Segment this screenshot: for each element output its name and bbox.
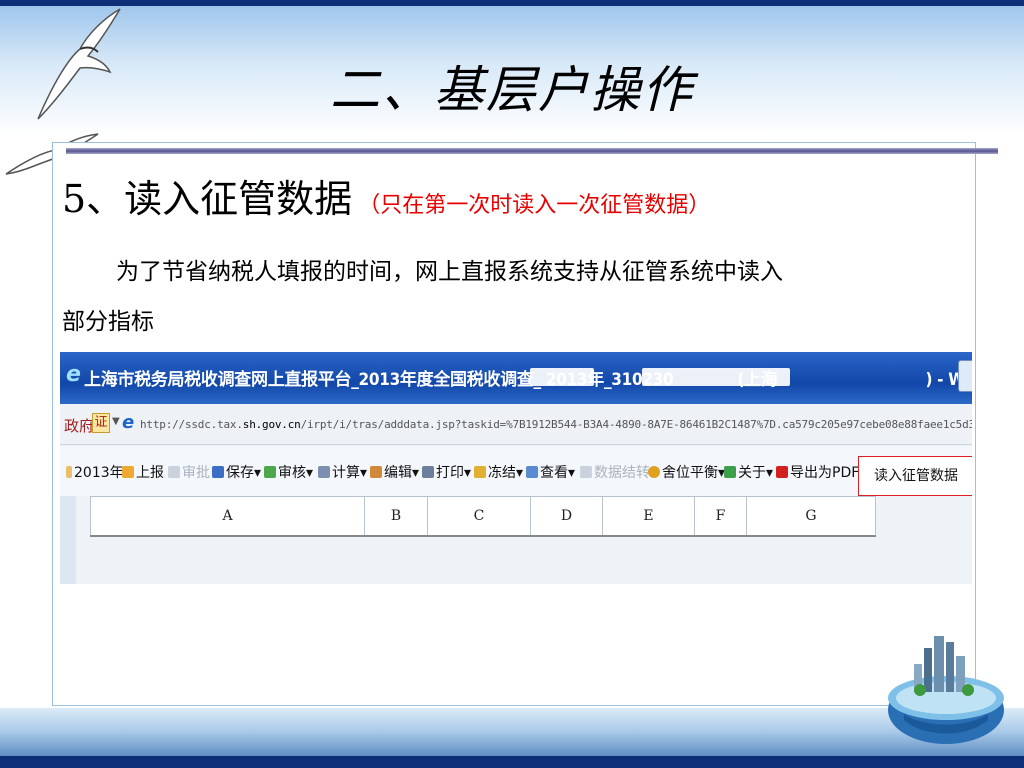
page-icon: e (122, 412, 135, 433)
ie-logo-icon: e (66, 362, 81, 387)
balance-icon (648, 466, 660, 478)
footer-navy-bar (0, 756, 1024, 768)
title-rule (66, 148, 998, 154)
about-label: 关于▾ (738, 465, 774, 481)
url-part: http://ssdc.tax. (140, 418, 243, 431)
column-header[interactable]: F (694, 497, 746, 535)
report-label: 上报 (136, 465, 164, 481)
section-heading: 5、读入征管数据 （只在第一次时读入一次征管数据） (62, 168, 710, 223)
pdf-icon (776, 466, 788, 478)
approve-label: 审批 (182, 465, 210, 481)
save-button[interactable]: 保存▾ (212, 462, 261, 482)
sheet-header: A B C D E F G (90, 496, 876, 537)
puzzle-icon (724, 466, 736, 478)
paragraph-line-2: 部分指标 (62, 309, 154, 335)
slide-title: 二、基层户操作 (330, 61, 694, 119)
printer-icon (422, 466, 434, 478)
edit-button[interactable]: 编辑▾ (370, 462, 419, 482)
upload-icon (122, 466, 134, 478)
balance-button[interactable]: 舍位平衡▾ (648, 462, 725, 482)
app-toolbar: 2013年 上报 审批 保存▾ 审核▾ 计算▾ 编辑▾ 打印▾ 冻结▾ 查看▾ … (60, 446, 972, 496)
section-heading-text: 5、读入征管数据 (62, 177, 353, 221)
freeze-button[interactable]: 冻结▾ (474, 462, 523, 482)
paragraph-line-1: 为了节省纳税人填报的时间，网上直报系统支持从征管系统中读入 (116, 259, 783, 285)
read-tax-data-button[interactable]: 读入征管数据 (858, 456, 972, 496)
column-header[interactable]: E (602, 497, 694, 535)
balance-label: 舍位平衡▾ (662, 465, 726, 481)
audit-button[interactable]: 审核▾ (264, 462, 313, 482)
about-button[interactable]: 关于▾ (724, 462, 773, 482)
redaction-mask (642, 368, 790, 386)
transfer-icon (580, 466, 592, 478)
data-transfer-label: 数据结转 (594, 465, 650, 481)
approve-button[interactable]: 审批 (168, 462, 210, 482)
view-label: 查看▾ (540, 465, 576, 481)
column-header[interactable]: G (746, 497, 876, 535)
edit-label: 编辑▾ (384, 465, 420, 481)
url-field[interactable]: http://ssdc.tax.sh.gov.cn/irpt/i/tras/ad… (140, 418, 972, 431)
approve-icon (168, 466, 180, 478)
calculator-icon (318, 466, 330, 478)
browser-window-title: 上海市税务局税收调查网上直报平台_2013年度全国税收调查_ 2013年_310… (84, 365, 972, 390)
print-button[interactable]: 打印▾ (422, 462, 471, 482)
year-selector[interactable]: 2013年 (66, 462, 124, 482)
address-bar: 政府 证 ▼ e http://ssdc.tax.sh.gov.cn/irpt/… (60, 404, 972, 445)
chevron-down-icon[interactable]: ▼ (112, 416, 120, 427)
lock-icon (474, 466, 486, 478)
calc-button[interactable]: 计算▾ (318, 462, 367, 482)
report-button[interactable]: 上报 (122, 462, 164, 482)
pencil-icon (370, 466, 382, 478)
browser-title-bar: e 上海市税务局税收调查网上直报平台_2013年度全国税收调查_ 2013年_3… (60, 352, 972, 404)
column-header[interactable]: A (90, 497, 364, 535)
calc-label: 计算▾ (332, 465, 368, 481)
year-label: 2013年 (74, 465, 124, 481)
column-header[interactable]: C (427, 497, 530, 535)
url-part: /irpt/i/tras/adddata.jsp?taskid=%7B1912B… (300, 418, 972, 431)
section-note: （只在第一次时读入一次征管数据） (358, 193, 711, 218)
save-label: 保存▾ (226, 465, 262, 481)
export-pdf-button[interactable]: 导出为PDF (776, 462, 859, 482)
audit-label: 审核▾ (278, 465, 314, 481)
calendar-icon (66, 466, 72, 478)
city-globe-icon (888, 636, 1004, 744)
column-header[interactable]: D (530, 497, 602, 535)
certificate-icon[interactable]: 证 (92, 413, 110, 433)
data-transfer-button[interactable]: 数据结转 (580, 462, 650, 482)
column-header[interactable]: B (364, 497, 427, 535)
url-domain: sh.gov.cn (242, 418, 301, 431)
export-pdf-label: 导出为PDF (790, 465, 860, 481)
redaction-mask (530, 368, 594, 386)
gov-label: 政府 (64, 417, 95, 435)
check-icon (264, 466, 276, 478)
view-button[interactable]: 查看▾ (526, 462, 575, 482)
row-gutter (60, 496, 76, 584)
print-label: 打印▾ (436, 465, 472, 481)
magnifier-icon (526, 466, 538, 478)
minimize-button[interactable] (958, 360, 972, 392)
floppy-icon (212, 466, 224, 478)
browser-screenshot: e 上海市税务局税收调查网上直报平台_2013年度全国税收调查_ 2013年_3… (60, 352, 972, 584)
freeze-label: 冻结▾ (488, 465, 524, 481)
